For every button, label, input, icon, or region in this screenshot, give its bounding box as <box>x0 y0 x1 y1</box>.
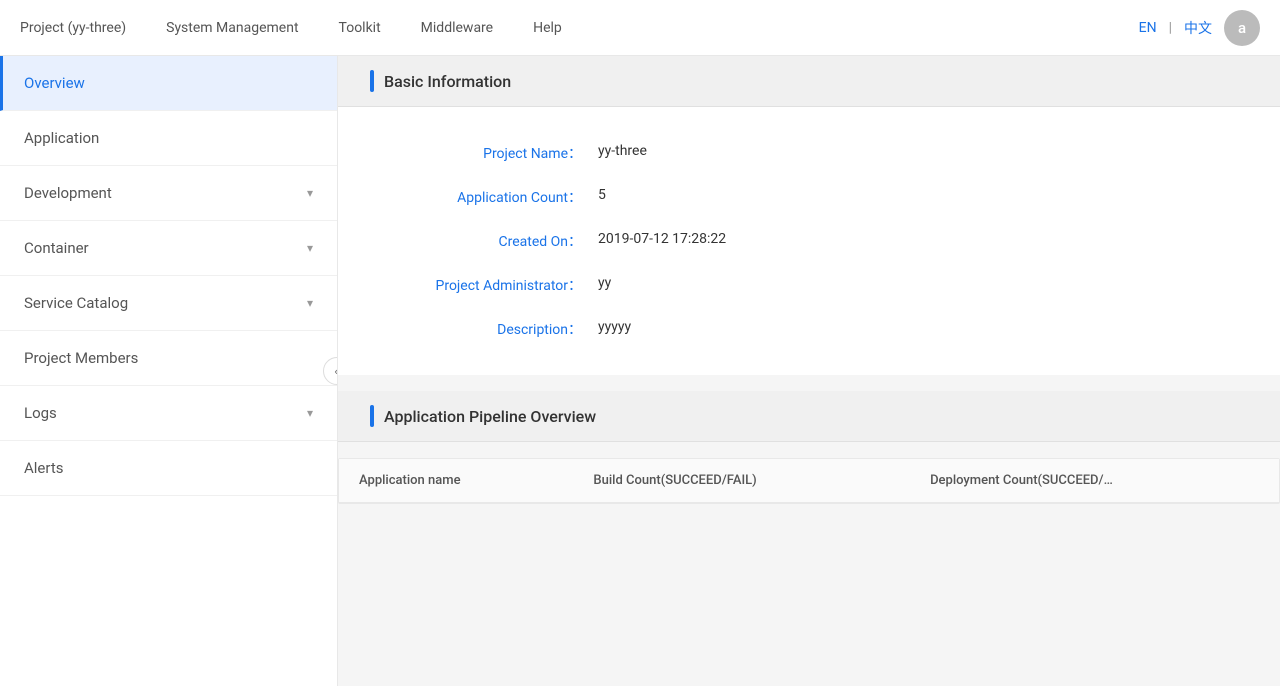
topnav-left: Project (yy-three) System Management Too… <box>20 20 1139 36</box>
sidebar-item-application[interactable]: Application <box>0 111 337 166</box>
col-app-name: Application name <box>339 459 573 503</box>
pipeline-table: Application name Build Count(SUCCEED/FAI… <box>339 459 1279 503</box>
sidebar-item-label: Logs <box>24 404 57 422</box>
sidebar-item-alerts[interactable]: Alerts <box>0 441 337 496</box>
pipeline-title: Application Pipeline Overview <box>384 407 596 426</box>
basic-info-header: Basic Information <box>338 56 1280 107</box>
topnav-right: EN | 中文 a <box>1139 10 1260 46</box>
sidebar-item-label: Container <box>24 239 89 257</box>
sidebar-item-label: Development <box>24 184 112 202</box>
sidebar: Overview Application Development ▾ Conta… <box>0 56 338 686</box>
section-accent-bar <box>370 70 374 92</box>
sidebar-item-container[interactable]: Container ▾ <box>0 221 337 276</box>
user-avatar[interactable]: a <box>1224 10 1260 46</box>
description-label: Description： <box>398 319 598 339</box>
table-header-row: Application name Build Count(SUCCEED/FAI… <box>339 459 1279 503</box>
top-navigation: Project (yy-three) System Management Too… <box>0 0 1280 56</box>
main-content: Basic Information Project Name： yy-three… <box>338 56 1280 686</box>
basic-info-title: Basic Information <box>384 72 511 91</box>
description-row: Description： yyyyy <box>338 307 1280 351</box>
chevron-down-icon: ▾ <box>307 186 313 200</box>
sidebar-item-logs[interactable]: Logs ▾ <box>0 386 337 441</box>
sidebar-item-service-catalog[interactable]: Service Catalog ▾ <box>0 276 337 331</box>
sidebar-item-label: Application <box>24 129 99 147</box>
app-count-label: Application Count： <box>398 187 598 207</box>
system-management-nav-item[interactable]: System Management <box>166 20 298 36</box>
project-name-value: yy-three <box>598 143 647 159</box>
project-nav-item[interactable]: Project (yy-three) <box>20 20 126 36</box>
app-count-value: 5 <box>598 187 606 203</box>
sidebar-item-label: Service Catalog <box>24 294 128 312</box>
description-value: yyyyy <box>598 319 631 335</box>
basic-info-card: Project Name： yy-three Application Count… <box>338 107 1280 375</box>
col-deployment-count: Deployment Count(SUCCEED/… <box>910 459 1279 503</box>
project-admin-value: yy <box>598 275 611 291</box>
project-admin-row: Project Administrator： yy <box>338 263 1280 307</box>
project-name-row: Project Name： yy-three <box>338 131 1280 175</box>
created-on-label: Created On： <box>398 231 598 251</box>
project-name-label: Project Name： <box>398 143 598 163</box>
lang-zh[interactable]: 中文 <box>1184 18 1212 38</box>
toolkit-nav-item[interactable]: Toolkit <box>339 20 381 36</box>
lang-separator: | <box>1169 20 1172 36</box>
pipeline-header: Application Pipeline Overview <box>338 391 1280 442</box>
sidebar-item-label: Project Members <box>24 349 138 367</box>
sidebar-item-label: Alerts <box>24 459 64 477</box>
middleware-nav-item[interactable]: Middleware <box>421 20 493 36</box>
help-nav-item[interactable]: Help <box>533 20 562 36</box>
created-on-value: 2019-07-12 17:28:22 <box>598 231 726 247</box>
chevron-down-icon: ▾ <box>307 296 313 310</box>
sidebar-item-development[interactable]: Development ▾ <box>0 166 337 221</box>
chevron-down-icon: ▾ <box>307 406 313 420</box>
sidebar-item-overview[interactable]: Overview <box>0 56 337 111</box>
section-accent-bar <box>370 405 374 427</box>
chevron-down-icon: ▾ <box>307 241 313 255</box>
main-layout: Overview Application Development ▾ Conta… <box>0 56 1280 686</box>
sidebar-item-label: Overview <box>24 74 85 92</box>
sidebar-item-project-members[interactable]: Project Members <box>0 331 337 386</box>
app-count-row: Application Count： 5 <box>338 175 1280 219</box>
created-on-row: Created On： 2019-07-12 17:28:22 <box>338 219 1280 263</box>
lang-en[interactable]: EN <box>1139 20 1157 36</box>
pipeline-table-wrapper: Application name Build Count(SUCCEED/FAI… <box>338 458 1280 504</box>
col-build-count: Build Count(SUCCEED/FAIL) <box>573 459 910 503</box>
project-admin-label: Project Administrator： <box>398 275 598 295</box>
